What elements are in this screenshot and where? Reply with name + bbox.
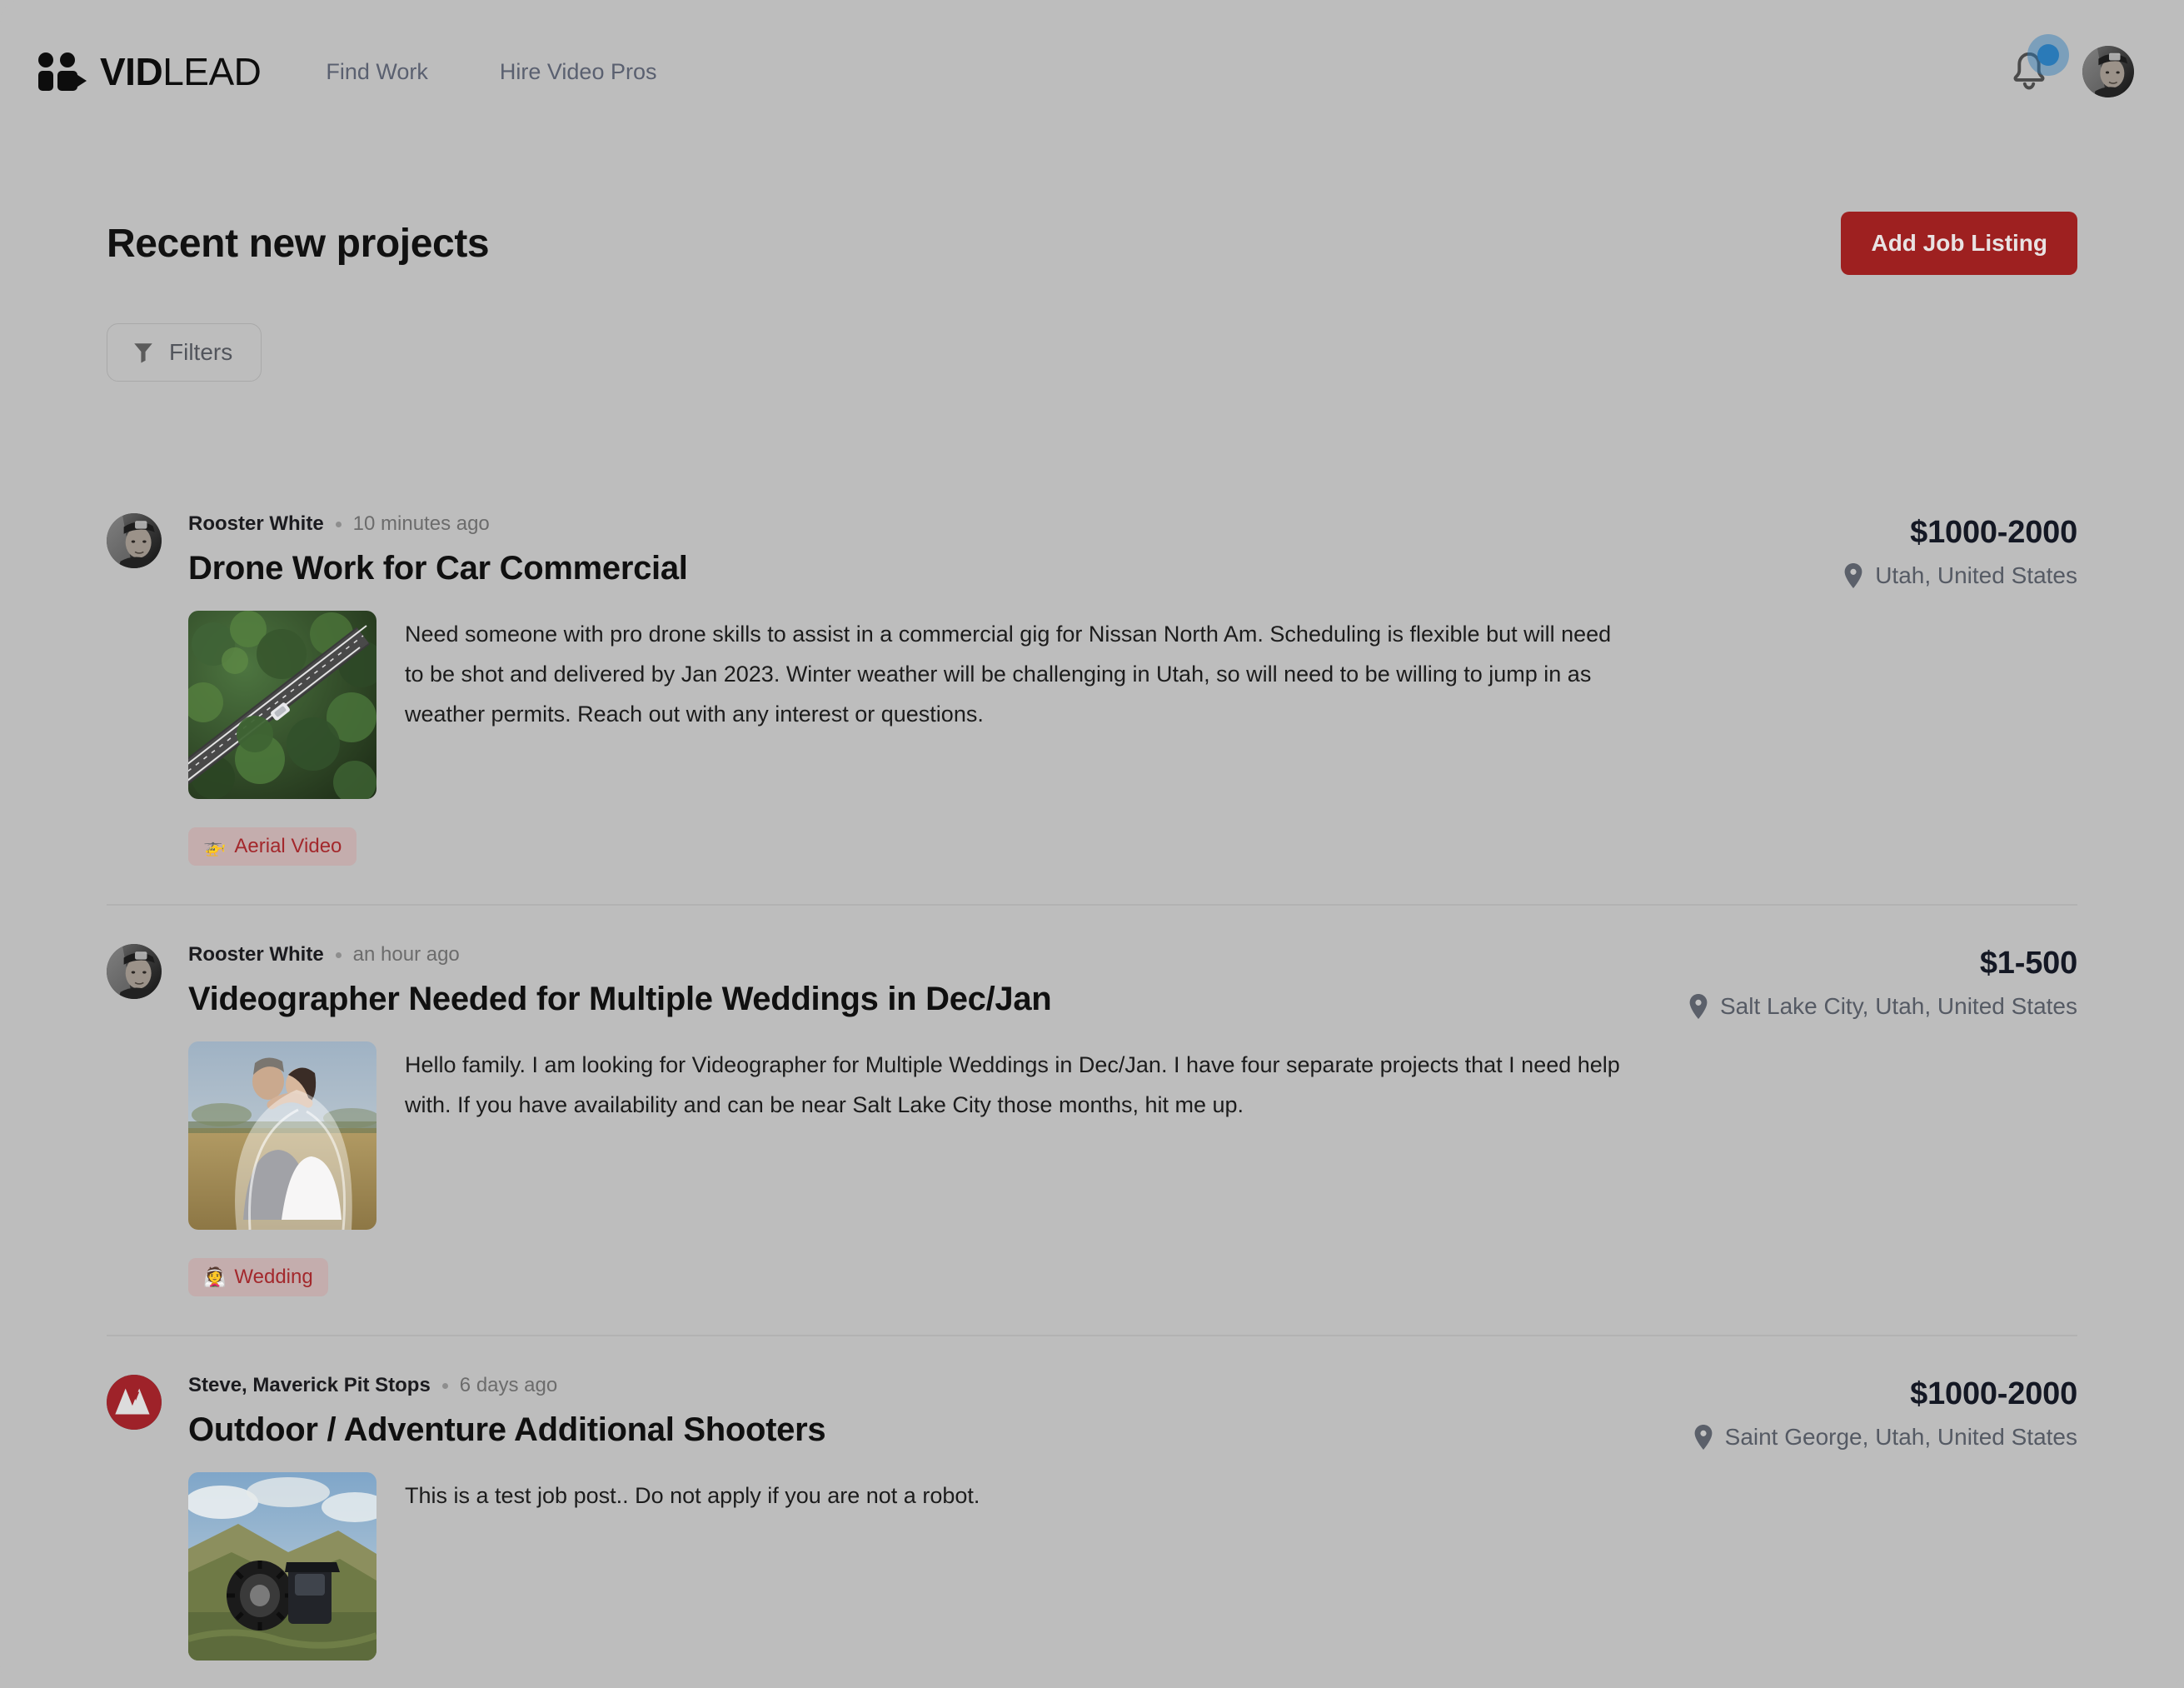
meta-separator-dot [335, 521, 342, 527]
notification-badge [2027, 34, 2069, 76]
video-camera-icon [37, 52, 88, 91]
listing-meta: Rooster White 10 minutes ago [188, 510, 1644, 538]
listing-content-row: Need someone with pro drone skills to as… [188, 611, 1644, 799]
notifications-button[interactable] [2007, 34, 2069, 96]
listing-location-row: Utah, United States [1678, 562, 2077, 589]
listing-content-row: This is a test job post.. Do not apply i… [188, 1472, 1644, 1661]
listing-pricing: $1-500 Salt Lake City, Utah, United Stat… [1644, 941, 2077, 1296]
listing-title[interactable]: Drone Work for Car Commercial [188, 550, 1644, 587]
listing-item[interactable]: Rooster White 10 minutes ago Drone Work … [107, 475, 2077, 904]
brand-logo[interactable]: VIDLEAD [37, 50, 262, 93]
post-time: an hour ago [352, 943, 460, 966]
listing-location: Salt Lake City, Utah, United States [1719, 993, 2077, 1019]
listing-description: Hello family. I am looking for Videograp… [405, 1052, 1620, 1118]
listing-location-row: Salt Lake City, Utah, United States [1678, 993, 2077, 1020]
post-time: 6 days ago [459, 1374, 558, 1396]
brand-wordmark-bold: VID [100, 50, 163, 93]
filter-funnel-icon [134, 343, 152, 363]
listing-description: Need someone with pro drone skills to as… [405, 622, 1612, 727]
listing-price: $1000-2000 [1910, 1376, 2077, 1411]
tag-wedding[interactable]: 👰 Wedding [188, 1258, 328, 1296]
offroad-buggy-photo [188, 1472, 376, 1661]
main-content: Recent new projects Add Job Listing Filt… [0, 212, 2184, 1688]
rooster-white-avatar-photo [107, 944, 162, 999]
listing-pricing: $1000-2000 Utah, United States [1644, 510, 2077, 866]
listing-item[interactable]: Steve, Maverick Pit Stops 6 days ago Out… [107, 1335, 2077, 1688]
brand-wordmark: VIDLEAD [100, 50, 262, 93]
listing-location: Saint George, Utah, United States [1724, 1424, 2077, 1450]
poster-name[interactable]: Rooster White [188, 943, 324, 966]
app-window: VIDLEAD Find Work Hire Video Pros Recent… [0, 0, 2184, 1688]
wedding-couple-field-photo [188, 1041, 376, 1230]
page-header-row: Recent new projects Add Job Listing [107, 212, 2077, 275]
meta-separator-dot [335, 951, 342, 958]
listing-tags: 🚁 Aerial Video [188, 827, 1644, 866]
listing-thumbnail[interactable] [188, 1041, 376, 1230]
listing-title[interactable]: Videographer Needed for Multiple Wedding… [188, 981, 1644, 1018]
listing-body: Rooster White 10 minutes ago Drone Work … [188, 510, 1644, 866]
poster-avatar[interactable] [107, 1375, 162, 1430]
listing-price: $1-500 [1979, 946, 2077, 981]
bride-icon: 👰 [203, 1266, 227, 1287]
listing-location: Utah, United States [1875, 562, 2077, 588]
listing-content-row: Hello family. I am looking for Videograp… [188, 1041, 1644, 1230]
brand-wordmark-light: LEAD [162, 50, 262, 93]
rooster-white-avatar-photo [107, 513, 162, 568]
header-actions [2007, 34, 2134, 97]
maverick-pit-stops-logo [107, 1375, 162, 1430]
add-job-listing-button[interactable]: Add Job Listing [1841, 212, 2077, 275]
helicopter-icon: 🚁 [203, 836, 227, 856]
tag-aerial-video[interactable]: 🚁 Aerial Video [188, 827, 357, 866]
map-pin-icon [1844, 563, 1862, 588]
filters-button-label: Filters [169, 339, 233, 365]
page-title: Recent new projects [107, 221, 490, 266]
filters-button[interactable]: Filters [107, 323, 262, 382]
avatar-photo [2082, 46, 2134, 97]
listing-item[interactable]: Rooster White an hour ago Videographer N… [107, 904, 2077, 1335]
listing-body: Rooster White an hour ago Videographer N… [188, 941, 1644, 1296]
poster-name[interactable]: Steve, Maverick Pit Stops [188, 1374, 431, 1397]
map-pin-icon [1689, 994, 1708, 1019]
nav-find-work[interactable]: Find Work [326, 59, 428, 85]
map-pin-icon [1694, 1425, 1713, 1450]
listing-title[interactable]: Outdoor / Adventure Additional Shooters [188, 1411, 1644, 1449]
listing-thumbnail[interactable] [188, 1472, 376, 1661]
listing-meta: Rooster White an hour ago [188, 941, 1644, 969]
aerial-forest-road-photo [188, 611, 376, 799]
main-nav: Find Work Hire Video Pros [326, 59, 656, 85]
listing-description: This is a test job post.. Do not apply i… [405, 1483, 980, 1508]
top-navigation-bar: VIDLEAD Find Work Hire Video Pros [0, 0, 2184, 143]
tag-label: Aerial Video [234, 835, 342, 857]
listing-meta: Steve, Maverick Pit Stops 6 days ago [188, 1371, 1644, 1400]
poster-name[interactable]: Rooster White [188, 512, 324, 536]
listing-thumbnail[interactable] [188, 611, 376, 799]
listing-pricing: $1000-2000 Saint George, Utah, United St… [1644, 1371, 2077, 1661]
listing-location-row: Saint George, Utah, United States [1678, 1424, 2077, 1451]
nav-hire-video-pros[interactable]: Hire Video Pros [500, 59, 657, 85]
tag-label: Wedding [234, 1266, 313, 1288]
job-listings-list: Rooster White 10 minutes ago Drone Work … [107, 475, 2077, 1688]
poster-avatar[interactable] [107, 513, 162, 568]
poster-avatar[interactable] [107, 944, 162, 999]
listing-tags: 👰 Wedding [188, 1258, 1644, 1296]
avatar[interactable] [2082, 46, 2134, 97]
meta-separator-dot [441, 1382, 448, 1389]
post-time: 10 minutes ago [352, 512, 490, 535]
listing-body: Steve, Maverick Pit Stops 6 days ago Out… [188, 1371, 1644, 1661]
listing-price: $1000-2000 [1910, 515, 2077, 550]
